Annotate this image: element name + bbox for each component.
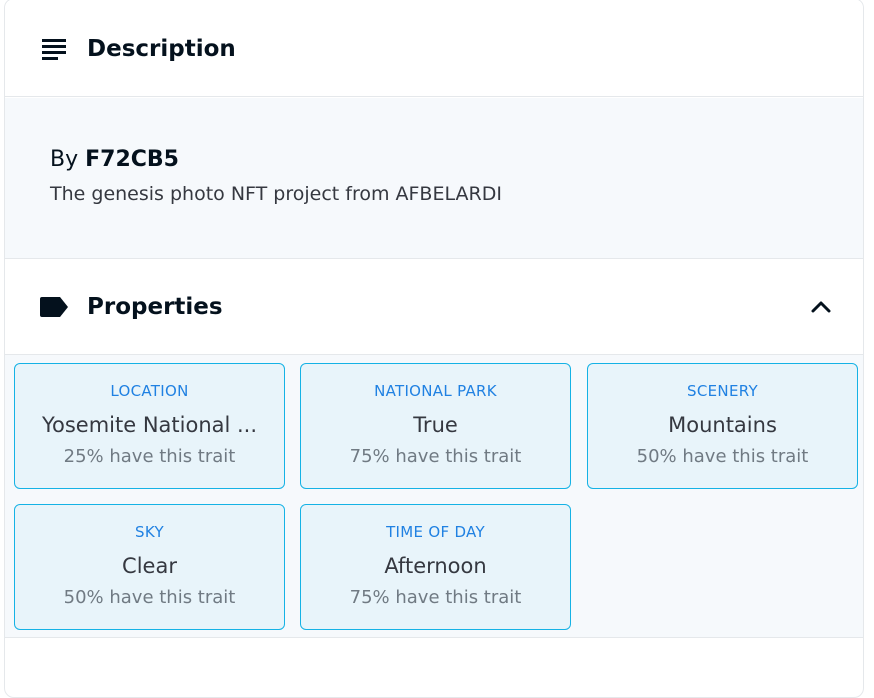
- trait-value: Mountains: [668, 413, 777, 437]
- trait-type: SKY: [135, 523, 164, 541]
- trait-value: Clear: [122, 554, 177, 578]
- properties-header[interactable]: Properties: [5, 259, 863, 355]
- trait-scenery[interactable]: SCENERY Mountains 50% have this trait: [587, 363, 858, 489]
- trait-rarity: 75% have this trait: [349, 446, 522, 467]
- description-header: Description: [5, 1, 863, 97]
- by-prefix: By: [50, 147, 79, 172]
- trait-type: LOCATION: [110, 382, 189, 400]
- trait-type: TIME OF DAY: [386, 523, 485, 541]
- trait-value: Afternoon: [384, 554, 487, 578]
- trait-type: NATIONAL PARK: [374, 382, 497, 400]
- trait-value: True: [413, 413, 458, 437]
- trait-time-of-day[interactable]: TIME OF DAY Afternoon 75% have this trai…: [300, 504, 571, 630]
- properties-body: LOCATION Yosemite National ... 25% have …: [5, 355, 863, 638]
- creator-link[interactable]: F72CB5: [85, 147, 179, 172]
- chevron-up-icon[interactable]: [809, 295, 833, 319]
- trait-sky[interactable]: SKY Clear 50% have this trait: [14, 504, 285, 630]
- description-body: By F72CB5 The genesis photo NFT project …: [5, 98, 863, 259]
- label-tag-icon: [39, 292, 69, 322]
- trait-value: Yosemite National ...: [41, 413, 258, 437]
- trait-national-park[interactable]: NATIONAL PARK True 75% have this trait: [300, 363, 571, 489]
- description-title: Description: [87, 35, 236, 62]
- description-text: The genesis photo NFT project from AFBEL…: [50, 183, 502, 205]
- trait-type: SCENERY: [687, 382, 758, 400]
- trait-rarity: 50% have this trait: [636, 446, 809, 467]
- subject-lines-icon: [39, 34, 69, 64]
- trait-location[interactable]: LOCATION Yosemite National ... 25% have …: [14, 363, 285, 489]
- trait-rarity: 25% have this trait: [63, 446, 236, 467]
- trait-rarity: 50% have this trait: [63, 587, 236, 608]
- trait-rarity: 75% have this trait: [349, 587, 522, 608]
- item-details-panel: Description By F72CB5 The genesis photo …: [4, 0, 864, 698]
- properties-title: Properties: [87, 293, 223, 320]
- creator-line: By F72CB5: [50, 145, 863, 175]
